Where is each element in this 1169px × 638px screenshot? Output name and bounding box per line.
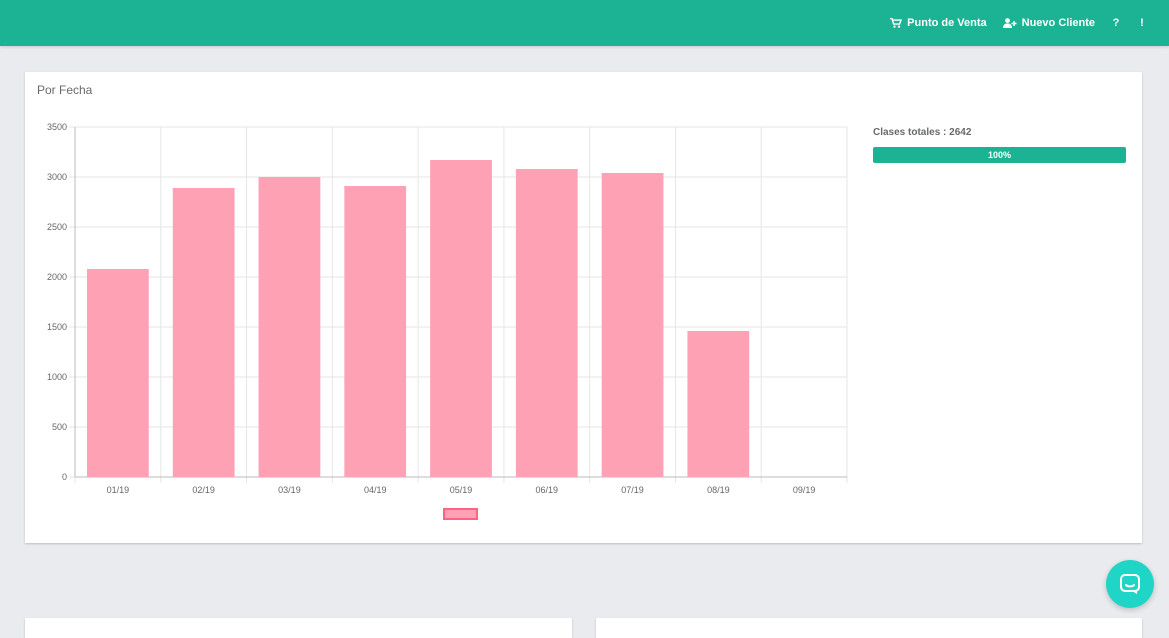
user-plus-icon — [1002, 18, 1017, 28]
bar — [687, 331, 750, 477]
x-tick-label: 04/19 — [364, 485, 387, 495]
y-tick-label: 1500 — [47, 322, 67, 332]
legend-swatch — [443, 508, 478, 520]
total-classes-label: Clases totales : 2642 — [873, 127, 972, 138]
x-tick-label: 06/19 — [536, 485, 559, 495]
help-button[interactable]: ? — [1111, 17, 1121, 29]
chat-button[interactable] — [1106, 560, 1154, 608]
more-button[interactable]: ! — [1137, 17, 1147, 29]
y-tick-label: 2500 — [47, 222, 67, 232]
bottom-card-right — [596, 618, 1142, 638]
total-progress-bar: 100% — [873, 147, 1126, 163]
top-navbar: Punto de Venta Nuevo Cliente ? ! — [0, 0, 1169, 46]
top-nav-links: Punto de Venta Nuevo Cliente ? ! — [890, 0, 1147, 46]
pos-label: Punto de Venta — [907, 17, 987, 29]
x-tick-label: 09/19 — [793, 485, 816, 495]
bar — [172, 188, 235, 477]
x-tick-label: 01/19 — [107, 485, 130, 495]
x-tick-label: 08/19 — [707, 485, 730, 495]
y-tick-label: 500 — [52, 422, 67, 432]
x-tick-label: 02/19 — [192, 485, 215, 495]
new-client-link[interactable]: Nuevo Cliente — [1002, 17, 1095, 29]
pos-link[interactable]: Punto de Venta — [890, 17, 987, 29]
y-tick-label: 1000 — [47, 372, 67, 382]
x-tick-label: 07/19 — [621, 485, 644, 495]
por-fecha-card: Por Fecha 0 500 1000 1500 2000 2500 3000 3500 01… — [25, 72, 1142, 543]
bar — [87, 269, 149, 477]
bar — [258, 177, 321, 477]
y-tick-label: 3500 — [47, 122, 67, 132]
y-tick-label: 2000 — [47, 272, 67, 282]
y-tick-label: 0 — [62, 472, 67, 482]
bar — [430, 160, 492, 477]
bar — [344, 186, 407, 477]
progress-fill: 100% — [873, 147, 1126, 163]
bottom-card-left — [25, 618, 572, 638]
bar — [515, 169, 578, 477]
bar-chart: 0 500 1000 1500 2000 2500 3000 3500 01/19 02/19 03… — [47, 122, 848, 520]
x-tick-label: 03/19 — [278, 485, 301, 495]
x-tick-label: 05/19 — [450, 485, 473, 495]
cart-icon — [890, 18, 903, 28]
y-tick-label: 3000 — [47, 172, 67, 182]
bar — [601, 173, 664, 477]
new-client-label: Nuevo Cliente — [1021, 17, 1095, 29]
chat-bubble-icon — [1120, 574, 1140, 594]
